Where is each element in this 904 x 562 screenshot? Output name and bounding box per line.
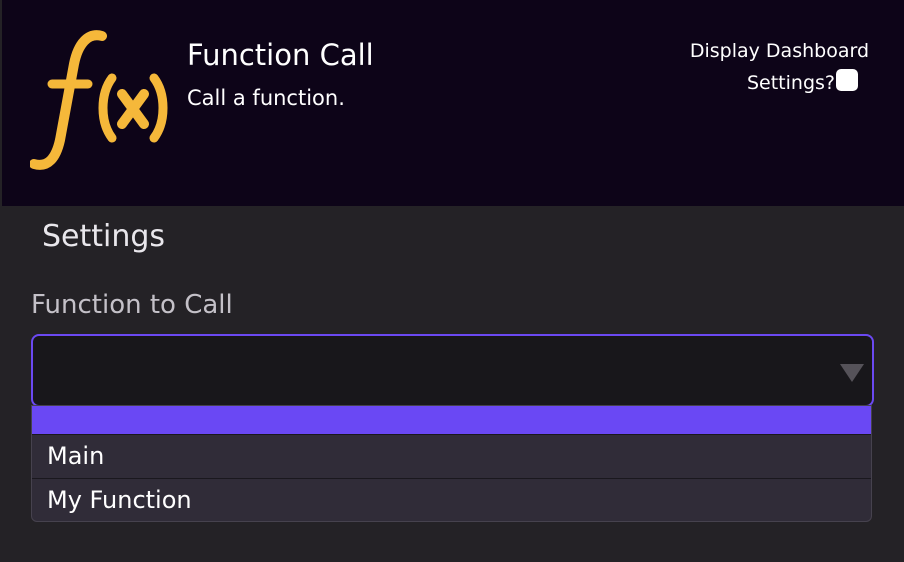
display-dashboard-settings-checkbox[interactable] [836, 69, 858, 91]
chevron-down-icon[interactable] [840, 364, 864, 382]
function-to-call-select[interactable] [31, 334, 874, 407]
dashboard-settings-label: Display Dashboard Settings? [609, 35, 869, 99]
dropdown-option-main[interactable]: Main [32, 435, 871, 479]
dropdown-option-my-function[interactable]: My Function [32, 479, 871, 521]
node-settings-panel: Function Call Call a function. Display D… [0, 0, 904, 562]
settings-heading: Settings [42, 219, 166, 254]
panel-header: Function Call Call a function. Display D… [2, 0, 904, 206]
dropdown-option-empty[interactable] [32, 406, 871, 435]
node-title: Function Call [187, 38, 374, 72]
function-options-dropdown: Main My Function [31, 405, 872, 522]
function-fx-icon [30, 30, 168, 170]
node-subtitle: Call a function. [187, 86, 345, 110]
dashboard-label-line1: Display Dashboard [689, 40, 869, 62]
function-to-call-label: Function to Call [31, 290, 233, 320]
